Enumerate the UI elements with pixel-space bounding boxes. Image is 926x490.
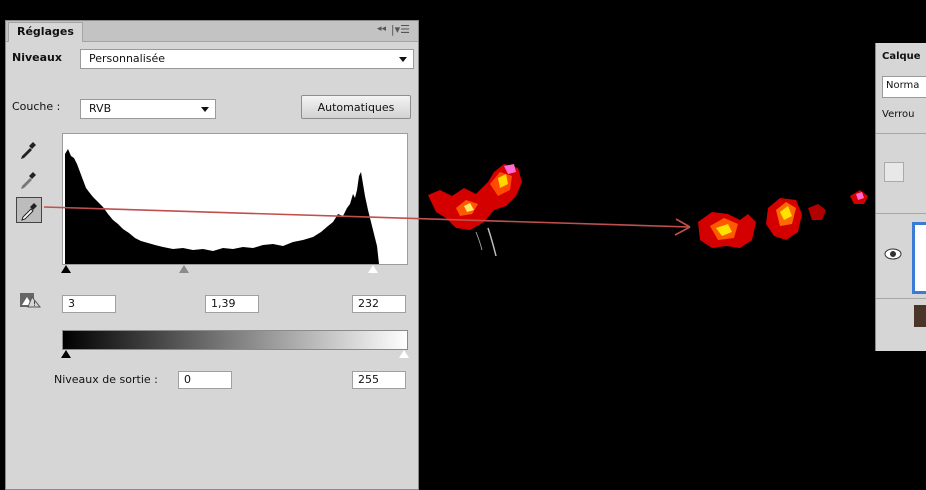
canvas-overlay: [43, 164, 868, 257]
fire-blob-left: [428, 164, 522, 257]
annotation-arrow: [43, 206, 691, 236]
fire-blob-right: [698, 190, 868, 248]
